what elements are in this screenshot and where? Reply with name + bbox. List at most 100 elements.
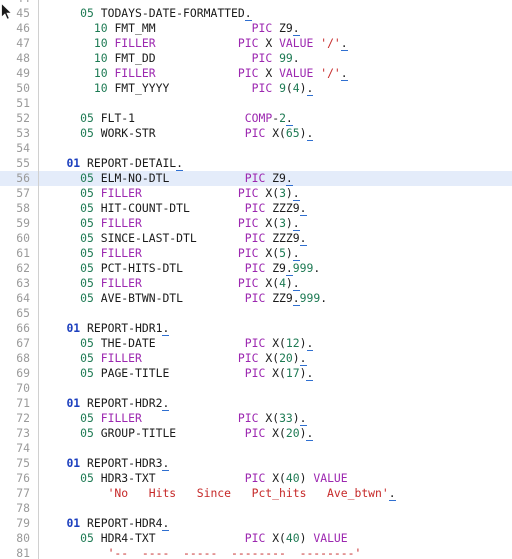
code-line-content: 05 TODAYS-DATE-FORMATTED. [39, 6, 252, 21]
code-line[interactable]: 66 01 REPORT-HDR1. [0, 321, 512, 336]
code-line[interactable]: 48 10 FMT_DD PIC 99. [0, 51, 512, 66]
code-token: . [320, 291, 328, 305]
code-token: PIC [244, 291, 266, 305]
code-line[interactable]: 47 10 FILLER PIC X VALUE '/'. [0, 36, 512, 51]
code-line[interactable]: 55 01 REPORT-DETAIL. [0, 156, 512, 171]
code-line[interactable]: 45 05 TODAYS-DATE-FORMATTED. [0, 6, 512, 21]
line-number: 69 [16, 366, 30, 380]
code-line[interactable]: 72 05 FILLER PIC X(33). [0, 411, 512, 426]
code-token: 40 [285, 471, 300, 485]
code-token: PIC [237, 66, 259, 80]
code-editor[interactable]: 4445 05 TODAYS-DATE-FORMATTED.46 10 FMT_… [0, 0, 512, 559]
code-line[interactable]: 57 05 FILLER PIC X(3). [0, 186, 512, 201]
code-line-content: 05 HDR3-TXT PIC X(40) VALUE [39, 471, 348, 486]
line-number: 79 [16, 516, 30, 530]
code-line[interactable]: 62 05 PCT-HITS-DTL PIC Z9.999. [0, 261, 512, 276]
code-line[interactable]: 67 05 THE-DATE PIC X(12). [0, 336, 512, 351]
line-number: 80 [16, 531, 30, 545]
code-token: . [299, 231, 307, 246]
code-token: PIC [251, 81, 273, 95]
code-token: . [388, 486, 396, 501]
code-line-content: 05 GROUP-TITLE PIC X(20). [39, 426, 314, 441]
code-line[interactable]: 74 [0, 441, 512, 456]
code-line[interactable]: 53 05 WORK-STR PIC X(65). [0, 126, 512, 141]
code-token: . [285, 111, 293, 126]
code-line[interactable]: 73 05 GROUP-TITLE PIC X(20). [0, 426, 512, 441]
code-line[interactable]: 78 [0, 501, 512, 516]
code-line[interactable]: 64 05 AVE-BTWN-DTL PIC ZZ9.999. [0, 291, 512, 306]
code-line[interactable]: 60 05 SINCE-LAST-DTL PIC ZZZ9. [0, 231, 512, 246]
code-token: PIC [251, 21, 273, 35]
line-number: 58 [16, 201, 30, 215]
code-line-content: 10 FMT_YYYY PIC 9(4). [39, 81, 314, 96]
code-line[interactable]: 79 01 REPORT-HDR4. [0, 516, 512, 531]
code-line[interactable]: 68 05 FILLER PIC X(20). [0, 351, 512, 366]
code-line[interactable]: 59 05 FILLER PIC X(3). [0, 216, 512, 231]
code-token: X [258, 36, 280, 50]
code-line-content: 05 FILLER PIC X(20). [39, 351, 307, 366]
code-token: FMT_DD [107, 51, 156, 65]
code-line[interactable]: 80 05 HDR4-TXT PIC X(40) VALUE [0, 531, 512, 546]
code-line[interactable]: 52 05 FLT-1 COMP-2. [0, 111, 512, 126]
code-line[interactable]: 58 05 HIT-COUNT-DTL PIC ZZZ9. [0, 201, 512, 216]
code-line[interactable]: 76 05 HDR3-TXT PIC X(40) VALUE [0, 471, 512, 486]
code-token: X( [265, 531, 286, 545]
line-number: 70 [16, 381, 30, 395]
code-token: FILLER [114, 36, 156, 50]
code-line[interactable]: 77 'No Hits Since Pct_hits Ave_btwn'. [0, 486, 512, 501]
code-token: ZZZ9 [265, 201, 300, 215]
code-token: PAGE-TITLE [93, 366, 170, 380]
code-line[interactable]: 49 10 FILLER PIC X VALUE '/'. [0, 66, 512, 81]
code-line[interactable]: 65 [0, 306, 512, 321]
code-line-content: 01 REPORT-HDR4. [39, 516, 170, 531]
code-line[interactable]: 54 [0, 141, 512, 156]
code-token: AVE-BTWN-DTL [93, 291, 184, 305]
line-number: 67 [16, 336, 30, 350]
code-line[interactable]: 56 05 ELM-NO-DTL PIC Z9. [0, 171, 512, 186]
code-line-content: 05 ELM-NO-DTL PIC Z9. [39, 171, 293, 186]
code-line[interactable]: 51 [0, 96, 512, 111]
code-token: 40 [285, 531, 300, 545]
code-line[interactable]: 46 10 FMT_MM PIC Z9. [0, 21, 512, 36]
code-line[interactable]: 71 01 REPORT-HDR2. [0, 396, 512, 411]
code-token: X( [258, 216, 280, 230]
code-line[interactable]: 70 [0, 381, 512, 396]
line-number: 72 [16, 411, 30, 425]
code-token: X( [258, 411, 280, 425]
line-number: 81 [16, 546, 30, 559]
code-line[interactable]: 69 05 PAGE-TITLE PIC X(17). [0, 366, 512, 381]
code-token: VALUE [313, 471, 348, 485]
code-token: FILLER [100, 351, 142, 365]
code-token: FLT-1 [93, 111, 136, 125]
code-token: VALUE [279, 66, 314, 80]
code-token: . [299, 411, 307, 426]
code-line[interactable]: 75 01 REPORT-HDR3. [0, 456, 512, 471]
code-line[interactable]: 61 05 FILLER PIC X(5). [0, 246, 512, 261]
code-token: ) [299, 531, 314, 545]
code-token: FMT_YYYY [107, 81, 170, 95]
code-line[interactable]: 81 '-- ---- ----- -------- --------' [0, 546, 512, 559]
code-token: 05 [80, 186, 94, 200]
line-number: 75 [16, 456, 30, 470]
code-token: . [285, 171, 293, 186]
code-line[interactable]: 50 10 FMT_YYYY PIC 9(4). [0, 81, 512, 96]
code-line[interactable]: 63 05 FILLER PIC X(4). [0, 276, 512, 291]
